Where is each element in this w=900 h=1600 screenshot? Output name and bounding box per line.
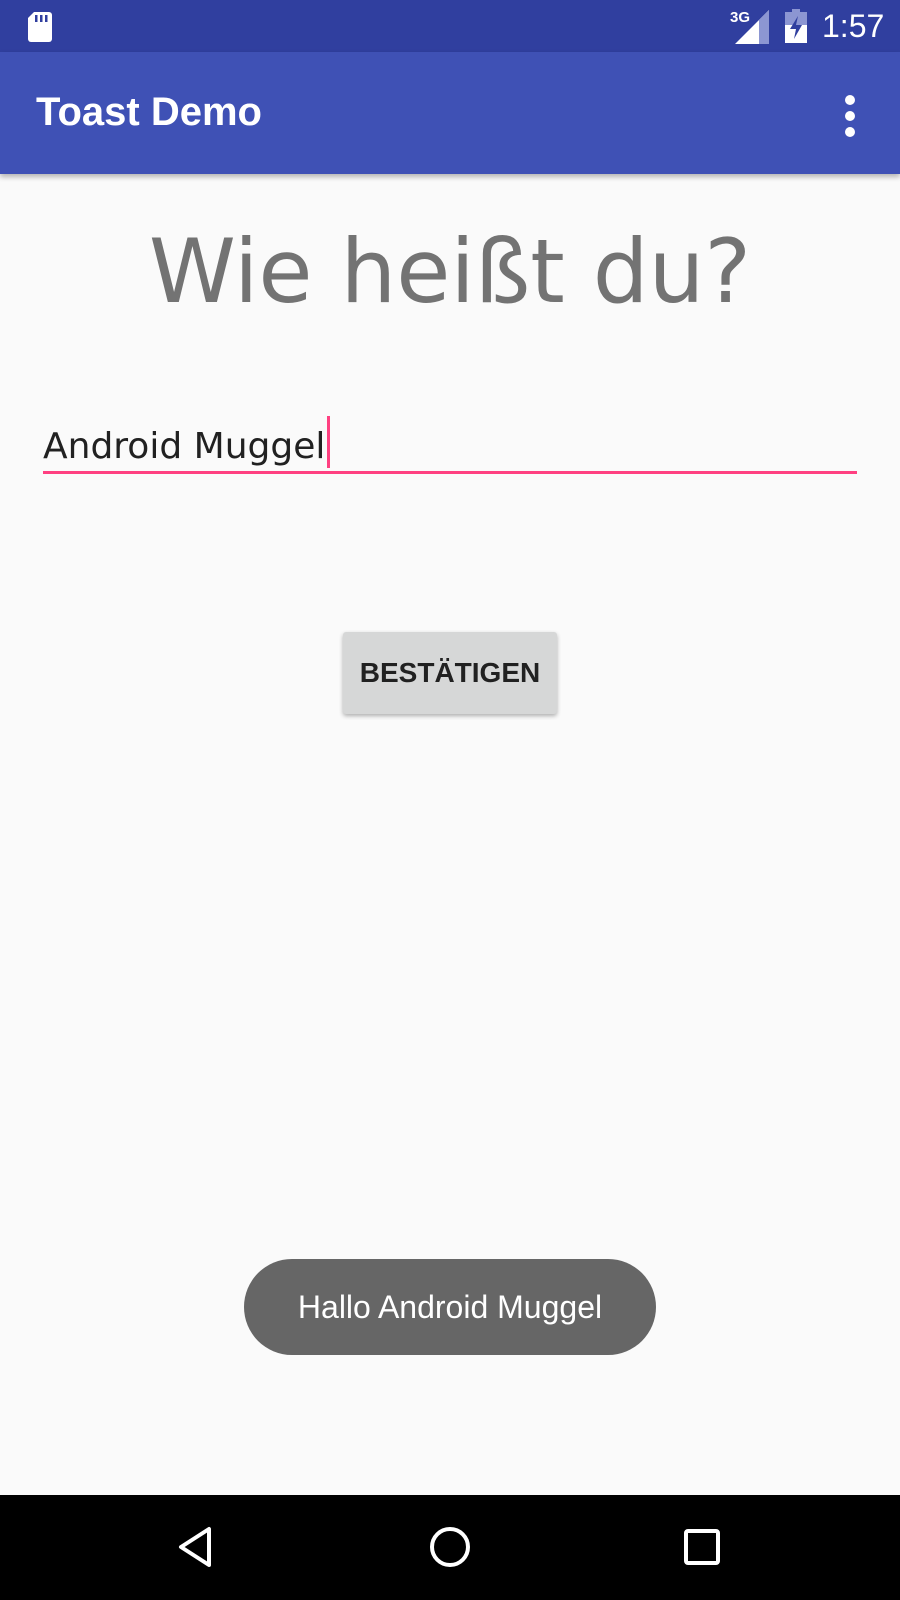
more-vert-icon: [845, 95, 855, 137]
recents-icon: [684, 1529, 720, 1565]
app-bar: Toast Demo: [0, 52, 900, 174]
home-button[interactable]: [420, 1517, 480, 1577]
app-title: Toast Demo: [36, 90, 262, 134]
navigation-bar: [0, 1495, 900, 1600]
toast-message: Hallo Android Muggel: [244, 1259, 656, 1355]
name-input[interactable]: Android Muggel: [43, 416, 331, 469]
text-cursor: [327, 416, 331, 468]
page-heading: Wie heißt du?: [148, 220, 752, 323]
recents-button[interactable]: [672, 1517, 732, 1577]
overflow-menu-button[interactable]: [826, 88, 874, 144]
confirm-button[interactable]: BESTÄTIGEN: [343, 632, 557, 714]
sd-card-icon: [28, 12, 52, 42]
name-input-underline: [43, 471, 857, 474]
name-input-value: Android Muggel: [43, 426, 326, 467]
back-button[interactable]: [168, 1517, 228, 1577]
status-bar: 3G 1:57: [0, 0, 900, 52]
back-icon: [179, 1527, 211, 1567]
status-clock: 1:57: [822, 8, 885, 44]
signal-icon: [735, 10, 769, 44]
battery-charging-icon: [785, 9, 807, 43]
name-input-field[interactable]: Android Muggel: [43, 408, 857, 474]
home-icon: [430, 1527, 470, 1567]
